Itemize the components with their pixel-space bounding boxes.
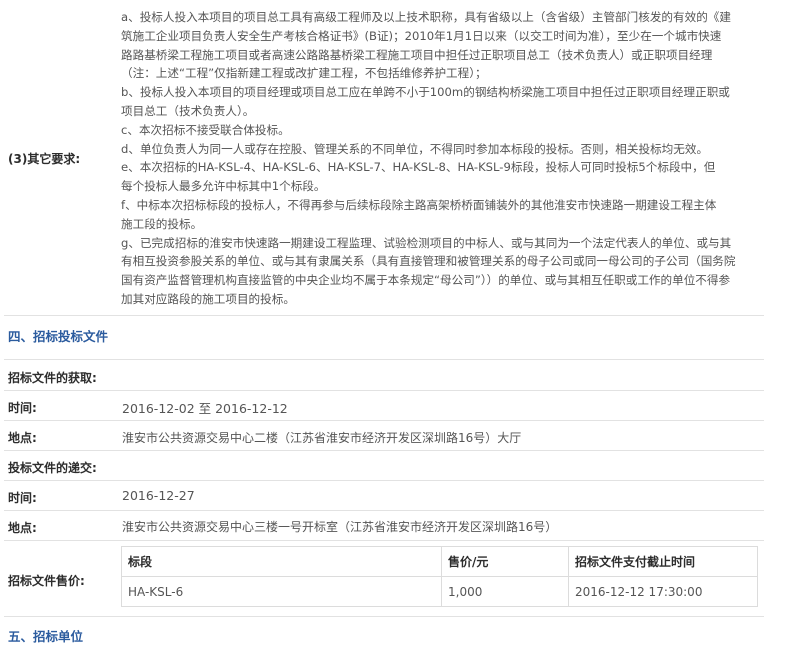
section-title-tenderer: 五、招标单位 [8, 629, 84, 644]
obtain-time-label: 时间: [8, 401, 37, 415]
divider [4, 359, 764, 360]
requirement-line: c、本次招标不接受联合体投标。 [121, 122, 290, 137]
obtain-place-label: 地点: [8, 431, 37, 445]
divider [4, 480, 764, 481]
submit-place-label: 地点: [8, 521, 37, 535]
obtain-place-value: 淮安市公共资源交易中心二楼（江苏省淮安市经济开发区深圳路16号）大厅 [122, 431, 522, 445]
requirement-line: d、单位负责人为同一人或存在控股、管理关系的不同单位，不得同时参加本标段的投标。… [121, 141, 709, 156]
requirement-line: 每个投标人最多允许中标其中1个标段。 [121, 179, 326, 194]
submit-place-value: 淮安市公共资源交易中心三楼一号开标室（江苏省淮安市经济开发区深圳路16号） [122, 520, 558, 534]
col-header-section: 标段 [121, 546, 442, 577]
requirement-line: f、中标本次招标标段的投标人，不得再参与后续标段除主路高架桥桥面铺装外的其他淮安… [121, 197, 717, 212]
requirement-line: （注：上述“工程”仅指新建工程或改扩建工程，不包括维修养护工程）； [121, 66, 487, 81]
divider [4, 616, 764, 617]
cell-deadline: 2016-12-12 17:30:00 [568, 576, 758, 607]
submit-time-label: 时间: [8, 491, 37, 505]
requirement-line: e、本次招标的HA-KSL-4、HA-KSL-6、HA-KSL-7、HA-KSL… [121, 160, 716, 175]
divider [4, 450, 764, 451]
submit-time-value: 2016-12-27 [122, 488, 195, 503]
obtain-label: 招标文件的获取: [8, 371, 97, 385]
requirement-line: g、已完成招标的淮安市快速路一期建设工程监理、试验检测项目的中标人、或与其同为一… [121, 235, 732, 250]
price-table: 标段 售价/元 招标文件支付截止时间 HA-KSL-6 1,000 2016-1… [121, 546, 758, 607]
section-title-bid-documents: 四、招标投标文件 [8, 329, 109, 344]
requirement-line: 国有资产监督管理机构直接监管的中央企业均不属于本条规定“母公司”））的单位、或与… [121, 273, 731, 288]
requirement-line: b、投标人投入本项目的项目经理或项目总工应在单跨不小于100m的钢结构桥梁施工项… [121, 85, 730, 100]
divider [4, 315, 764, 316]
requirement-line: 施工段的投标。 [121, 216, 203, 231]
divider [4, 510, 764, 511]
divider [4, 420, 764, 421]
table-row: HA-KSL-6 1,000 2016-12-12 17:30:00 [121, 576, 758, 607]
table-header-row: 标段 售价/元 招标文件支付截止时间 [121, 546, 758, 577]
requirement-line: a、投标人投入本项目的项目总工具有高级工程师及以上技术职称，具有省级以上（含省级… [121, 10, 731, 24]
price-label: 招标文件售价: [8, 574, 85, 588]
submit-label: 投标文件的递交: [8, 461, 97, 475]
divider [4, 540, 764, 541]
cell-section: HA-KSL-6 [121, 576, 442, 607]
requirement-line: 有相互投资参股关系的单位、或与其有隶属关系（具有直接管理和被管理关系的母子公司或… [121, 254, 736, 269]
obtain-time-value: 2016-12-02 至 2016-12-12 [122, 401, 288, 416]
divider [4, 390, 764, 391]
other-requirements-text: a、投标人投入本项目的项目总工具有高级工程师及以上技术职称，具有省级以上（含省级… [121, 8, 761, 309]
col-header-price: 售价/元 [441, 546, 569, 577]
cell-price: 1,000 [441, 576, 569, 607]
requirement-line: 项目总工（技术负责人）。 [121, 103, 255, 118]
requirement-line: 加其对应路段的施工项目的投标。 [121, 291, 295, 306]
col-header-deadline: 招标文件支付截止时间 [568, 546, 758, 577]
requirement-line: 路路基桥梁工程施工项目或者高速公路路基桥梁工程施工项目中担任过正职项目总工（技术… [121, 47, 713, 62]
other-requirements-label: (3)其它要求: [8, 152, 81, 166]
requirement-line: 筑施工企业项目负责人安全生产考核合格证书》(B证)；2010年1月1日以来（以交… [121, 28, 722, 43]
